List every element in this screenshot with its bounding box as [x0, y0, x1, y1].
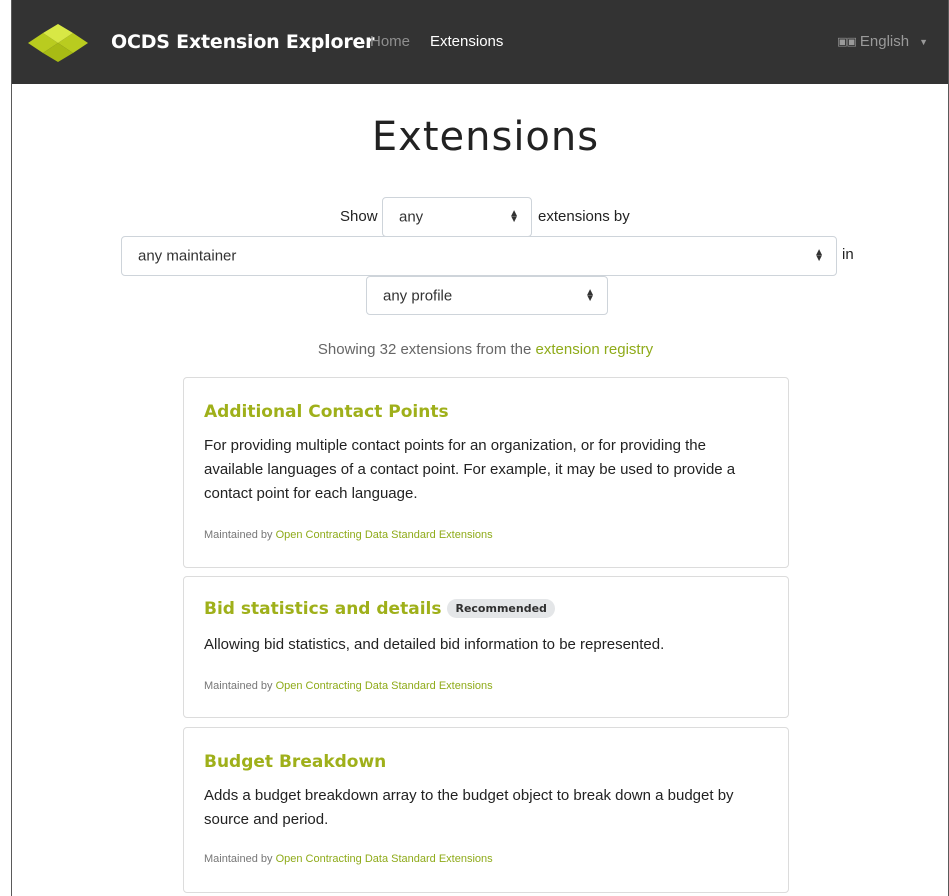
extension-title-link[interactable]: Additional Contact Points	[204, 402, 449, 422]
in-label: in	[842, 246, 854, 263]
maintainer-link[interactable]: Open Contracting Data Standard Extension…	[276, 529, 493, 541]
caret-down-icon: ▼	[919, 36, 928, 47]
results-count-text: Showing 32 extensions from the	[317, 341, 532, 358]
extension-description: Adds a budget breakdown array to the bud…	[204, 787, 734, 828]
select-arrows-icon: ▲ ▼	[814, 247, 824, 264]
ocds-logo-icon[interactable]	[28, 24, 88, 62]
extension-maintainer: Maintained by Open Contracting Data Stan…	[204, 853, 493, 865]
select-arrows-icon: ▲ ▼	[509, 208, 519, 225]
extension-title-row: Bid statistics and details Recommended	[204, 599, 555, 619]
select-arrows-icon: ▲ ▼	[585, 286, 595, 304]
extensions-by-label: extensions by	[538, 208, 630, 225]
nav-home-link[interactable]: Home	[370, 33, 410, 50]
nav-extensions-link[interactable]: Extensions	[430, 33, 503, 50]
top-navbar: OCDS Extension Explorer Home Extensions …	[12, 0, 948, 84]
profile-select-value: any profile	[383, 287, 453, 304]
extension-card: Budget Breakdown Adds a budget breakdown…	[183, 727, 789, 893]
maintainer-select-value: any maintainer	[138, 247, 237, 265]
extension-description: Allowing bid statistics, and detailed bi…	[204, 636, 665, 653]
maintainer-select[interactable]: any maintainer ▲ ▼	[121, 236, 837, 276]
show-label: Show	[340, 208, 378, 225]
page-title: Extensions	[371, 114, 600, 160]
status-select-value: any	[399, 208, 424, 226]
extension-card: Bid statistics and details Recommended Al…	[183, 576, 789, 718]
language-dropdown[interactable]: ▣▣ English ▼	[837, 33, 928, 50]
language-icon: ▣▣	[837, 36, 857, 48]
extension-description: For providing multiple contact points fo…	[204, 437, 736, 502]
maintained-by-label: Maintained by	[204, 853, 273, 865]
profile-select[interactable]: any profile ▲ ▼	[366, 276, 608, 315]
extension-registry-link[interactable]: extension registry	[536, 341, 654, 358]
extension-maintainer: Maintained by Open Contracting Data Stan…	[204, 529, 493, 541]
status-select[interactable]: any ▲ ▼	[382, 197, 532, 237]
maintained-by-label: Maintained by	[204, 680, 273, 692]
recommended-badge: Recommended	[447, 599, 555, 618]
extension-maintainer: Maintained by Open Contracting Data Stan…	[204, 680, 493, 692]
extension-card: Additional Contact Points For providing …	[183, 377, 789, 568]
maintained-by-label: Maintained by	[204, 529, 273, 541]
results-summary: Showing 32 extensions from the extension…	[0, 341, 949, 358]
extension-title-link[interactable]: Budget Breakdown	[204, 752, 386, 772]
language-label: English	[859, 33, 910, 50]
maintainer-link[interactable]: Open Contracting Data Standard Extension…	[276, 680, 493, 692]
maintainer-link[interactable]: Open Contracting Data Standard Extension…	[276, 853, 493, 865]
extension-title-link[interactable]: Bid statistics and details	[204, 599, 441, 619]
brand-name[interactable]: OCDS Extension Explorer	[111, 31, 375, 53]
